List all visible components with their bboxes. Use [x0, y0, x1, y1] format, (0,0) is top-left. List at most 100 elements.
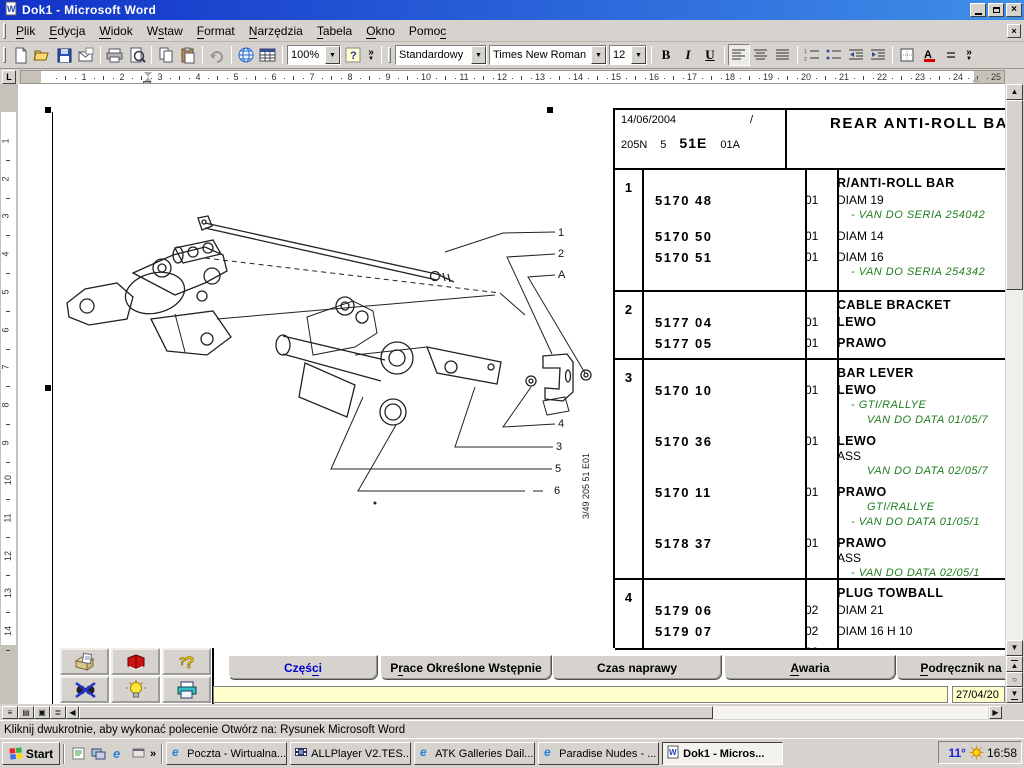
increase-indent-button[interactable]: [867, 44, 889, 66]
sun-icon[interactable]: [969, 745, 984, 760]
numbered-list-button[interactable]: 12: [801, 44, 823, 66]
scroll-right-icon[interactable]: ▶: [989, 706, 1002, 719]
menu-item-widok[interactable]: Widok: [92, 22, 139, 40]
part-number[interactable]: 5177 05: [642, 336, 805, 351]
tab-alignment-selector[interactable]: L: [2, 70, 16, 84]
selection-handle-middle-left[interactable]: [45, 385, 51, 391]
part-number[interactable]: [642, 176, 805, 191]
mail-button[interactable]: [75, 44, 97, 66]
more-buttons-std[interactable]: »▼: [364, 44, 378, 66]
part-number[interactable]: 5178 37: [642, 536, 805, 578]
part-number[interactable]: 5170 36: [642, 434, 805, 479]
normal-view-button[interactable]: ≡: [2, 706, 18, 719]
font-size-combobox[interactable]: 12▼: [609, 45, 647, 65]
search-disabled-button[interactable]: [60, 676, 109, 703]
font-dropdown-icon[interactable]: ▼: [591, 46, 606, 64]
part-number[interactable]: 5179 14: [642, 645, 805, 648]
parts-catalog-button[interactable]: [60, 648, 109, 675]
new-document-button[interactable]: [9, 44, 31, 66]
tab-awaria[interactable]: Awaria: [724, 655, 896, 680]
highlight-lines-button[interactable]: [940, 44, 962, 66]
underline-button[interactable]: U: [699, 44, 721, 66]
scroll-up-icon[interactable]: ▲: [1006, 84, 1023, 100]
quick-launch-notes-icon[interactable]: [69, 745, 87, 763]
font-combobox[interactable]: Times New Roman▼: [489, 45, 607, 65]
zoom-combobox[interactable]: 100%▼: [287, 45, 341, 65]
tab-części[interactable]: Części: [228, 655, 378, 680]
quick-launch-more-icon[interactable]: »: [150, 748, 156, 760]
font-color-button[interactable]: A: [918, 44, 940, 66]
taskbar-button-window[interactable]: ePoczta - Wirtualna...: [166, 742, 287, 765]
web-layout-view-button[interactable]: ▤: [18, 706, 34, 719]
tips-button[interactable]: [111, 676, 160, 703]
part-number[interactable]: [642, 366, 805, 381]
taskbar-button-window[interactable]: ALLPlayer V2.TES...: [290, 742, 411, 765]
more-buttons-fmt[interactable]: »▼: [962, 44, 976, 66]
document-page[interactable]: 12A4356 3/49 205 51 E01 14/06/2004 / 205…: [18, 84, 1005, 704]
taskbar-button-active[interactable]: WDok1 - Micros...: [662, 742, 783, 765]
part-number[interactable]: 5170 50: [642, 229, 805, 244]
horizontal-scrollbar-track[interactable]: [79, 706, 988, 719]
print-button[interactable]: [104, 44, 126, 66]
scroll-left-icon[interactable]: ◀: [66, 706, 79, 719]
horizontal-scrollbar-thumb[interactable]: [79, 706, 713, 719]
vertical-scrollbar-thumb[interactable]: [1006, 100, 1023, 290]
vertical-scrollbar[interactable]: ▲ ▼ ▲ ○ ▼: [1006, 84, 1023, 704]
italic-button[interactable]: I: [677, 44, 699, 66]
style-dropdown-icon[interactable]: ▼: [471, 46, 486, 64]
menu-item-wstaw[interactable]: Wstaw: [140, 22, 190, 40]
menu-item-narzędzia[interactable]: Narzędzia: [242, 22, 310, 40]
menu-item-tabela[interactable]: Tabela: [310, 22, 359, 40]
menu-item-pomoc[interactable]: Pomoc: [402, 22, 453, 40]
menu-item-okno[interactable]: Okno: [359, 22, 402, 40]
taskbar-button-window[interactable]: eParadise Nudes - ...: [538, 742, 659, 765]
web-globe-button[interactable]: [235, 44, 257, 66]
font-size-dropdown-icon[interactable]: ▼: [631, 46, 646, 64]
close-button[interactable]: ×: [1006, 3, 1022, 17]
print-layout-view-button[interactable]: ▣: [34, 706, 50, 719]
minimize-button[interactable]: [970, 3, 986, 17]
align-left-button[interactable]: [728, 44, 750, 66]
panel-date-field[interactable]: 27/04/20: [952, 686, 1005, 703]
formatting-toolbar-grip[interactable]: [388, 47, 391, 63]
part-number[interactable]: 5170 48: [642, 193, 805, 223]
part-number[interactable]: [642, 298, 805, 313]
open-button[interactable]: [31, 44, 53, 66]
part-number[interactable]: 5170 11: [642, 485, 805, 530]
undo-button[interactable]: [206, 44, 228, 66]
help-button[interactable]: ?: [342, 44, 364, 66]
paste-button[interactable]: [177, 44, 199, 66]
horizontal-ruler[interactable]: 1234567891011121314151617181920212223242…: [20, 70, 1005, 84]
part-number[interactable]: [642, 586, 805, 601]
borders-button[interactable]: [896, 44, 918, 66]
copy-button[interactable]: [155, 44, 177, 66]
part-number[interactable]: 5179 07: [642, 624, 805, 639]
quick-launch-ie-icon[interactable]: e: [109, 745, 127, 763]
align-justify-button[interactable]: [772, 44, 794, 66]
bold-button[interactable]: B: [655, 44, 677, 66]
right-indent-marker[interactable]: [972, 77, 980, 82]
tab-podręcznik-na[interactable]: Podręcznik na: [896, 655, 1005, 680]
save-button[interactable]: [53, 44, 75, 66]
part-number[interactable]: 5170 10: [642, 383, 805, 428]
clock[interactable]: 16:58: [987, 746, 1017, 760]
select-browse-object-button[interactable]: ○: [1006, 672, 1023, 687]
menu-item-edycja[interactable]: Edycja: [42, 22, 92, 40]
previous-page-button[interactable]: ▲: [1006, 656, 1023, 672]
tab-prace-określone-wstępnie[interactable]: Prace Określone Wstępnie: [380, 655, 552, 680]
document-close-button[interactable]: ×: [1007, 24, 1021, 38]
menu-grip[interactable]: [3, 23, 6, 39]
tab-czas-naprawy[interactable]: Czas naprawy: [552, 655, 722, 680]
panel-input-field[interactable]: [213, 686, 948, 703]
outline-view-button[interactable]: ≣: [50, 706, 66, 719]
menu-item-plik[interactable]: Plik: [9, 22, 42, 40]
print-page-button[interactable]: [162, 676, 211, 703]
manual-book-button[interactable]: [111, 648, 160, 675]
start-button[interactable]: Start: [2, 742, 60, 765]
quick-launch-show-desktop-icon[interactable]: [129, 745, 147, 763]
align-center-button[interactable]: [750, 44, 772, 66]
part-number[interactable]: 5177 04: [642, 315, 805, 330]
vertical-ruler[interactable]: 1234567891011121314: [0, 84, 18, 704]
quick-launch-desktop-icon[interactable]: [89, 745, 107, 763]
zoom-dropdown-icon[interactable]: ▼: [325, 46, 340, 64]
